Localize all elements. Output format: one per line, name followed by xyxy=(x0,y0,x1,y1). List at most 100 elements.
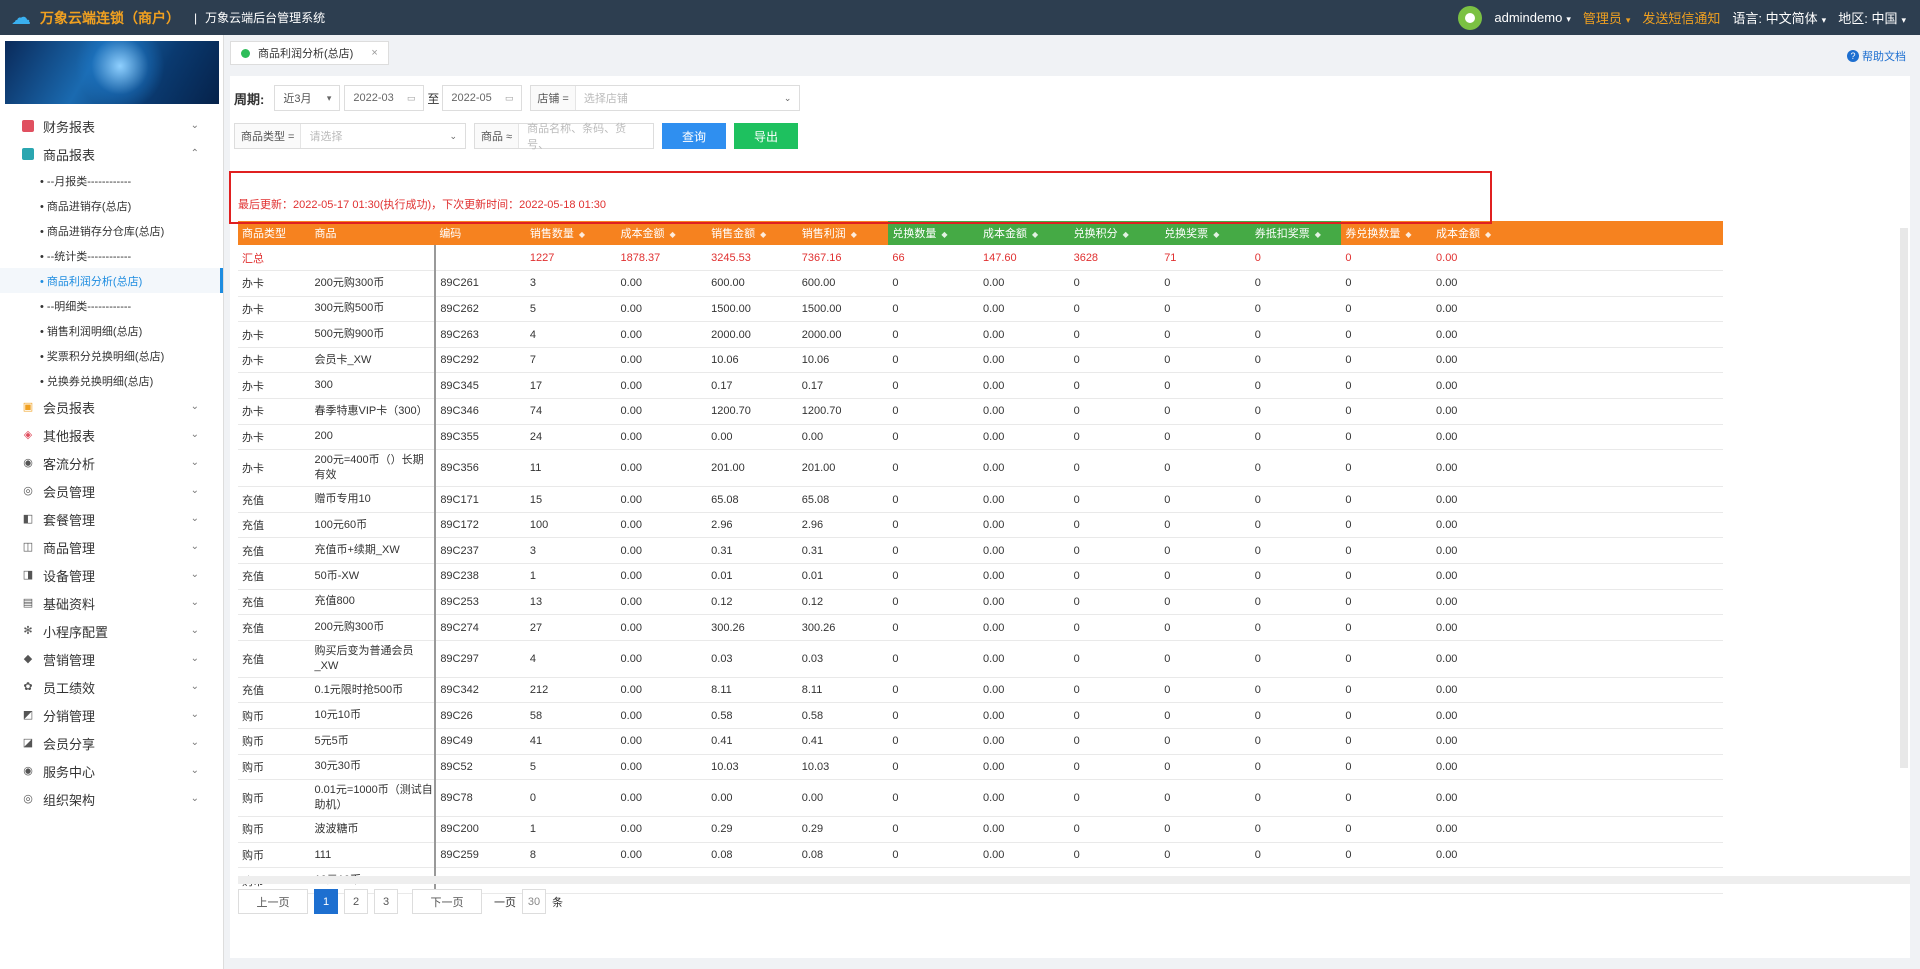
sort-icon[interactable]: ◆ xyxy=(1213,230,1219,239)
menu-member-report[interactable]: ▣ 会员报表 ⌄ xyxy=(0,393,223,421)
column-header[interactable]: 销售金额 ◆ xyxy=(707,221,798,245)
menu-org[interactable]: ◎ 组织架构 ⌄ xyxy=(0,785,223,813)
table-cell: 0.00 xyxy=(616,640,708,678)
sub-item-inventory-warehouse[interactable]: • 商品进销存分仓库(总店) xyxy=(0,218,223,243)
period-select[interactable]: 近3月 ▾ xyxy=(274,85,341,111)
sub-item-ticket-exchange-detail[interactable]: • 奖票积分兑换明细(总店) xyxy=(0,343,223,368)
menu-marketing[interactable]: ◆ 营销管理 ⌄ xyxy=(0,645,223,673)
table-cell: 0.01 xyxy=(707,563,798,590)
column-header[interactable]: 销售数量 ◆ xyxy=(525,221,617,245)
sub-item-profit-analysis[interactable]: • 商品利润分析(总店) xyxy=(0,268,223,293)
next-page-button[interactable]: 下一页 xyxy=(412,889,482,914)
date-to-input[interactable]: 2022-05 ▭ xyxy=(442,85,523,111)
column-header[interactable]: 成本金额 ◆ xyxy=(1432,221,1723,245)
sub-item-monthly-header: • --月报类------------ xyxy=(40,175,132,188)
column-header[interactable]: 成本金额 ◆ xyxy=(978,221,1070,245)
help-link[interactable]: ? 帮助文档 xyxy=(1847,48,1906,64)
sort-icon[interactable]: ◆ xyxy=(1032,230,1038,239)
table-cell: 0.00 xyxy=(978,779,1070,818)
sub-item-inventory[interactable]: • 商品进销存(总店) xyxy=(0,193,223,218)
menu-mini-program[interactable]: ✻ 小程序配置 ⌄ xyxy=(0,617,223,645)
menu-traffic[interactable]: ◉ 客流分析 ⌄ xyxy=(0,449,223,477)
table-cell: 0.00 xyxy=(1432,589,1723,616)
avatar[interactable] xyxy=(1458,5,1483,30)
sort-icon[interactable]: ◆ xyxy=(1485,230,1491,239)
table-cell: 0 xyxy=(1069,779,1161,818)
member-icon: ◎ xyxy=(23,485,33,497)
column-header[interactable]: 券抵扣奖票 ◆ xyxy=(1250,221,1342,245)
menu-basic-data[interactable]: ▤ 基础资料 ⌄ xyxy=(0,589,223,617)
sort-icon[interactable]: ◆ xyxy=(1405,230,1411,239)
menu-finance-report[interactable]: 财务报表 ⌄ xyxy=(0,112,223,140)
store-select[interactable]: 店铺 = 选择店铺 ⌄ xyxy=(530,85,801,111)
product-search-input[interactable]: 商品 ≈ 商品名称、条码、货号、 xyxy=(474,123,654,151)
sort-icon[interactable]: ◆ xyxy=(1315,230,1321,239)
menu-package[interactable]: ◧ 套餐管理 ⌄ xyxy=(0,505,223,533)
prev-page-button[interactable]: 上一页 xyxy=(238,889,308,914)
per-page-label: 一页 xyxy=(494,896,516,909)
role-dropdown[interactable]: 管理员 ▾ xyxy=(1583,8,1631,27)
horizontal-scrollbar[interactable] xyxy=(238,876,1910,884)
per-page-input[interactable]: 30 xyxy=(522,889,546,914)
column-header[interactable]: 成本金额 ◆ xyxy=(616,221,708,245)
column-header[interactable]: 券兑换数量 ◆ xyxy=(1341,221,1433,245)
table-cell: 89C356 xyxy=(435,449,526,488)
product-type-select[interactable]: 商品类型 = 请选择 ⌄ xyxy=(234,123,466,149)
page-2-button[interactable]: 2 xyxy=(344,889,368,914)
table-cell: 0 xyxy=(1250,321,1342,348)
menu-distribution[interactable]: ◩ 分销管理 ⌄ xyxy=(0,701,223,729)
table-cell: 0 xyxy=(1069,347,1161,374)
table-cell: 147.60 xyxy=(978,245,1070,272)
staff-icon: ✿ xyxy=(23,681,33,693)
column-header[interactable]: 兑换奖票 ◆ xyxy=(1160,221,1251,245)
table-cell: 10元10币 xyxy=(310,702,437,729)
table-cell: 0.00 xyxy=(978,589,1070,616)
vertical-scrollbar[interactable] xyxy=(1900,228,1908,768)
sort-icon[interactable]: ◆ xyxy=(851,230,857,239)
sort-icon[interactable]: ◆ xyxy=(1123,230,1129,239)
menu-member[interactable]: ◎ 会员管理 ⌄ xyxy=(0,477,223,505)
sidebar-menu: 财务报表 ⌄ 商品报表 ⌃ • --月报类------------ • 商品进销存(… xyxy=(0,112,223,813)
export-button[interactable]: 导出 xyxy=(734,123,798,149)
menu-product-report[interactable]: 商品报表 ⌃ xyxy=(0,140,223,168)
brand-name: 万象云端连锁（商户） xyxy=(40,9,180,26)
table-cell: 0.1元限时抢500币 xyxy=(310,677,437,704)
username-dropdown[interactable]: admindemo ▾ xyxy=(1494,10,1570,25)
sub-item-sales-profit-detail[interactable]: • 销售利润明细(总店) xyxy=(0,318,223,343)
language-selector[interactable]: 语言: 中文简体 ▾ xyxy=(1732,8,1826,27)
table-cell: 0 xyxy=(1250,347,1342,374)
table-cell: 0 xyxy=(1341,589,1433,616)
table-cell: 0.00 xyxy=(616,816,708,843)
menu-device[interactable]: ◨ 设备管理 ⌄ xyxy=(0,561,223,589)
sub-item-coupon-exchange-detail[interactable]: • 兑换券兑换明细(总店) xyxy=(0,368,223,393)
column-header[interactable]: 销售利润 ◆ xyxy=(797,221,889,245)
menu-other-report[interactable]: ◈ 其他报表 ⌄ xyxy=(0,421,223,449)
pagination: 上一页 1 2 3 下一页 一页 30 条 xyxy=(238,889,563,914)
page-3-button[interactable]: 3 xyxy=(374,889,398,914)
menu-product[interactable]: ◫ 商品管理 ⌄ xyxy=(0,533,223,561)
sort-icon[interactable]: ◆ xyxy=(941,230,947,239)
sort-icon[interactable]: ◆ xyxy=(760,230,766,239)
table-cell: 0 xyxy=(1069,754,1161,781)
date-from-input[interactable]: 2022-03 ▭ xyxy=(344,85,425,111)
menu-share[interactable]: ◪ 会员分享 ⌄ xyxy=(0,729,223,757)
column-header[interactable]: 兑换积分 ◆ xyxy=(1069,221,1161,245)
close-icon[interactable]: × xyxy=(371,47,377,59)
sort-icon[interactable]: ◆ xyxy=(670,230,676,239)
sub-item-stats-header: • --统计类------------ xyxy=(40,250,132,263)
tab-profit-analysis[interactable]: 商品利润分析(总店) × xyxy=(230,41,389,65)
table-cell: 0.00 xyxy=(616,754,708,781)
menu-staff[interactable]: ✿ 员工绩效 ⌄ xyxy=(0,673,223,701)
page-1-button[interactable]: 1 xyxy=(314,889,338,914)
query-button[interactable]: 查询 xyxy=(662,123,726,149)
column-header[interactable]: 兑换数量 ◆ xyxy=(888,221,979,245)
table-cell: 89C262 xyxy=(435,296,526,323)
sms-link[interactable]: 发送短信通知 xyxy=(1642,8,1720,27)
table-cell: 0 xyxy=(1250,702,1342,729)
table-cell: 0.00 xyxy=(978,449,1070,488)
table-cell: 200 xyxy=(310,424,437,451)
region-selector[interactable]: 地区: 中国 ▾ xyxy=(1838,8,1906,27)
menu-service[interactable]: ◉ 服务中心 ⌄ xyxy=(0,757,223,785)
table-cell: 0 xyxy=(1160,512,1251,539)
sort-icon[interactable]: ◆ xyxy=(579,230,585,239)
